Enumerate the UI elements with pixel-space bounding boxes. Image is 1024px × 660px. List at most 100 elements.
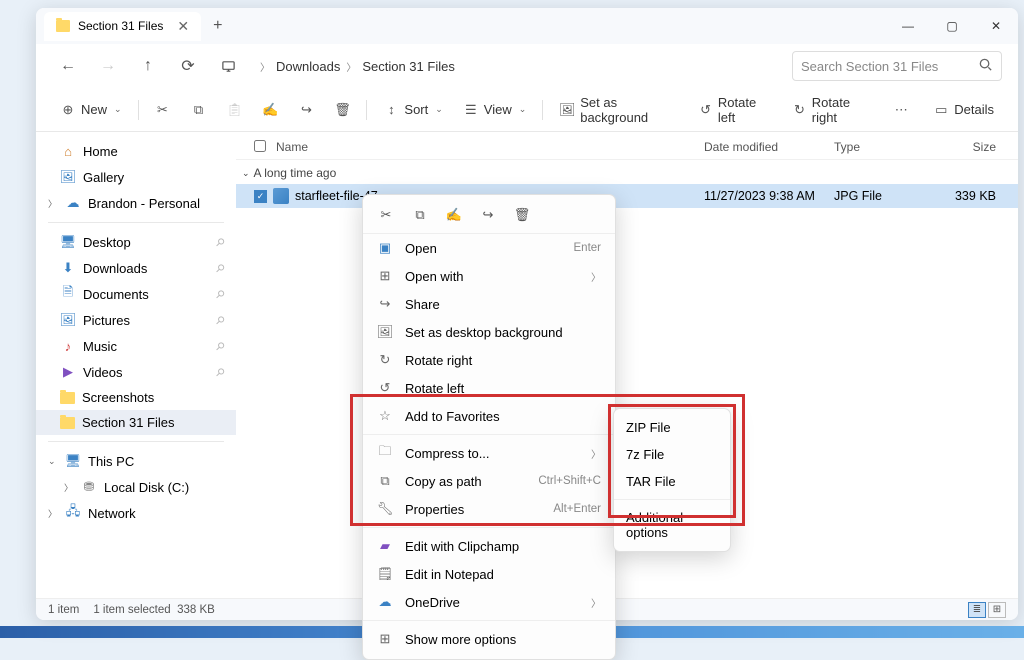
share-button[interactable]: ↪ [290,97,322,123]
paste-button[interactable]: 📋︎ [218,97,250,123]
delete-button[interactable]: 🗑︎ [326,97,358,123]
copy-icon[interactable]: ⧉ [411,207,429,223]
rotate-right-icon: ↻ [792,102,807,118]
minimize-button[interactable]: — [886,8,930,44]
maximize-button[interactable]: ▢ [930,8,974,44]
ctx-notepad[interactable]: 🗒︎Edit in Notepad [363,560,615,588]
window-controls: — ▢ ✕ [886,8,1018,44]
grid-view-button[interactable]: ⊞ [988,602,1006,618]
ctx-rotate-right[interactable]: ↻Rotate right [363,346,615,374]
ctx-onedrive[interactable]: ☁OneDrive〉 [363,588,615,616]
pc-icon: 🖥︎ [65,453,81,469]
breadcrumb[interactable]: 〉 Downloads 〉 Section 31 Files [260,59,784,74]
sidebar-item-home[interactable]: ⌂Home [36,138,236,164]
sub-additional[interactable]: Additional options [614,504,730,546]
chevron-right-icon: 〉 [48,197,58,210]
new-button[interactable]: ⊕ New ⌄ [52,97,130,123]
trash-icon: 🗑︎ [334,102,350,118]
pictures-icon: 🖼︎ [60,312,76,328]
checkbox-checked[interactable]: ✓ [254,190,267,203]
view-button[interactable]: ☰ View ⌄ [455,97,535,123]
ctx-open-with[interactable]: ⊞Open with〉 [363,262,615,290]
sidebar-item-desktop[interactable]: 🖥︎Desktop⚲ [36,229,236,255]
folder-icon [60,392,75,404]
share-icon[interactable]: ↪ [479,207,497,223]
wrench-icon: 🔧︎ [377,501,393,517]
separator [542,100,543,120]
col-name[interactable]: Name [276,140,704,155]
ctx-properties[interactable]: 🔧︎PropertiesAlt+Enter [363,495,615,523]
sidebar-item-screenshots[interactable]: Screenshots [36,385,236,410]
network-icon: 🖧︎ [65,505,81,521]
ctx-share[interactable]: ↪Share [363,290,615,318]
more-button[interactable]: ⋯ [885,97,917,123]
trash-icon[interactable]: 🗑︎ [513,207,531,223]
sidebar-item-gallery[interactable]: 🖼︎Gallery [36,164,236,190]
sidebar-item-localdisk[interactable]: 〉⛃Local Disk (C:) [36,474,236,500]
folder-icon [56,20,70,32]
star-icon: ☆ [377,408,393,424]
sidebar-item-network[interactable]: 〉🖧︎Network [36,500,236,526]
chevron-right-icon: 〉 [591,446,601,461]
ctx-favorites[interactable]: ☆Add to Favorites [363,402,615,430]
crumb-section31[interactable]: Section 31 Files [362,59,455,74]
sidebar-item-personal[interactable]: 〉☁Brandon - Personal [36,190,236,216]
details-button[interactable]: ▭ Details [925,97,1002,123]
refresh-button[interactable]: ⟳ [172,50,204,82]
rotate-right-button[interactable]: ↻ Rotate right [784,90,881,130]
tab-active[interactable]: Section 31 Files ✕ [44,12,201,41]
group-header[interactable]: ⌄ A long time ago [236,160,1018,184]
separator [48,441,224,442]
sidebar-item-pictures[interactable]: 🖼︎Pictures⚲ [36,307,236,333]
monitor-icon[interactable] [212,50,244,82]
details-icon: ▭ [933,102,949,118]
clipchamp-icon: ▰ [377,538,393,554]
video-icon: ▶ [60,364,76,380]
sidebar-item-section31[interactable]: Section 31 Files [36,410,236,435]
ctx-rotate-left[interactable]: ↺Rotate left [363,374,615,402]
forward-button[interactable]: → [92,50,124,82]
rename-icon[interactable]: ✍ [445,207,463,223]
chevron-down-icon: ⌄ [519,104,527,115]
sub-tar[interactable]: TAR File [614,468,730,495]
cut-icon[interactable]: ✂ [377,207,395,223]
select-all-checkbox[interactable] [254,140,266,152]
ctx-clipchamp[interactable]: ▰Edit with Clipchamp [363,532,615,560]
file-row[interactable]: ✓ starfleet-file-47 11/27/2023 9:38 AM J… [236,184,1018,208]
cut-icon: ✂ [154,102,170,118]
close-button[interactable]: ✕ [974,8,1018,44]
ctx-open[interactable]: ▣OpenEnter [363,234,615,262]
column-headers[interactable]: Name Date modified Type Size [236,132,1018,160]
close-tab-icon[interactable]: ✕ [177,18,189,35]
details-view-button[interactable]: ≣ [968,602,986,618]
up-button[interactable]: ↑ [132,50,164,82]
set-background-button[interactable]: 🖼︎ Set as background [551,90,686,130]
new-tab-button[interactable]: + [213,17,222,35]
ctx-set-background[interactable]: 🖼︎Set as desktop background [363,318,615,346]
sidebar-item-videos[interactable]: ▶Videos⚲ [36,359,236,385]
sidebar-item-music[interactable]: ♪Music⚲ [36,333,236,359]
sub-zip[interactable]: ZIP File [614,414,730,441]
col-date[interactable]: Date modified [704,140,834,155]
sort-button[interactable]: ↕ Sort ⌄ [375,97,450,123]
sidebar-item-thispc[interactable]: ⌄🖥︎This PC [36,448,236,474]
crumb-downloads[interactable]: Downloads [276,59,340,74]
plus-circle-icon: ⊕ [60,102,76,118]
navbar: ← → ↑ ⟳ 〉 Downloads 〉 Section 31 Files S… [36,44,1018,88]
rotate-left-button[interactable]: ↺ Rotate left [690,90,780,130]
ctx-more-options[interactable]: ⊞Show more options [363,625,615,653]
col-type[interactable]: Type [834,140,942,155]
sub-7z[interactable]: 7z File [614,441,730,468]
back-button[interactable]: ← [52,50,84,82]
ctx-compress[interactable]: 🗀Compress to...〉 [363,439,615,467]
copy-button[interactable]: ⧉ [182,97,214,123]
file-date: 11/27/2023 9:38 AM [704,189,834,203]
rename-button[interactable]: ✍ [254,97,286,123]
search-input[interactable]: Search Section 31 Files [792,51,1002,81]
ctx-copy-path[interactable]: ⧉Copy as pathCtrl+Shift+C [363,467,615,495]
cut-button[interactable]: ✂ [146,97,178,123]
pin-icon: ⚲ [213,261,228,276]
col-size[interactable]: Size [942,140,1006,155]
sidebar-item-downloads[interactable]: ⬇Downloads⚲ [36,255,236,281]
sidebar-item-documents[interactable]: 🗎Documents⚲ [36,281,236,307]
